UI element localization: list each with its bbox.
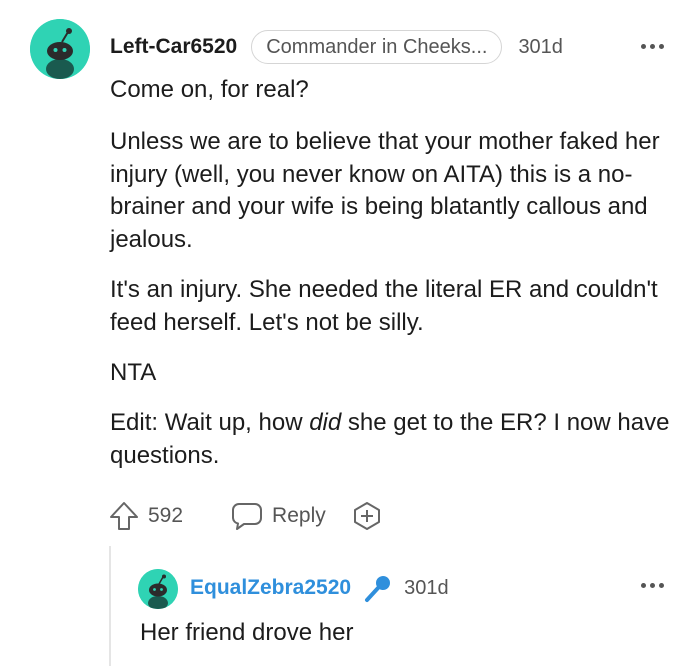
more-options-icon[interactable]: [641, 44, 664, 49]
username-link[interactable]: Left-Car6520: [110, 35, 237, 59]
reply-user-avatar[interactable]: [138, 569, 178, 609]
comment-thread: Left-Car6520 Commander in Cheeks... 301d…: [0, 0, 700, 666]
reply-username-link[interactable]: EqualZebra2520: [190, 576, 351, 600]
snoo-avatar-icon: [30, 19, 90, 79]
vote-count: 592: [148, 504, 184, 527]
upvote-button[interactable]: 592: [108, 500, 183, 532]
speech-bubble-icon: [232, 503, 263, 530]
user-avatar[interactable]: [30, 19, 90, 79]
upvote-arrow-icon: [110, 502, 138, 530]
comment-paragraph: It's an injury. She needed the literal E…: [110, 276, 658, 336]
comment-paragraph: Come on, for real?: [110, 76, 309, 103]
edit-text-start: Edit: Wait up, how: [110, 409, 310, 436]
reply-timestamp: 301d: [404, 576, 449, 599]
reply-label: Reply: [272, 504, 326, 527]
thread-line[interactable]: [109, 546, 111, 666]
comment-header: Left-Car6520 Commander in Cheeks... 301d: [110, 28, 563, 66]
reply-header: EqualZebra2520 301d: [190, 572, 449, 604]
comment-paragraph: NTA: [110, 359, 157, 386]
award-button[interactable]: [351, 500, 383, 532]
award-plus-icon: [353, 502, 380, 530]
snoo-avatar-icon: [138, 569, 178, 609]
comment-timestamp: 301d: [518, 35, 563, 58]
comment-edit-paragraph: Edit: Wait up, how did she get to the ER…: [110, 407, 680, 472]
microphone-icon: [363, 573, 393, 603]
reply-body: Her friend drove her: [140, 619, 354, 646]
comment-action-bar: 592 Reply: [108, 498, 383, 534]
comment-paragraph: Unless we are to believe that your mothe…: [110, 128, 660, 253]
edit-text-emphasis: did: [309, 409, 342, 436]
more-options-icon[interactable]: [641, 583, 664, 588]
reply-button[interactable]: Reply: [231, 501, 326, 531]
user-flair: Commander in Cheeks...: [251, 30, 503, 64]
